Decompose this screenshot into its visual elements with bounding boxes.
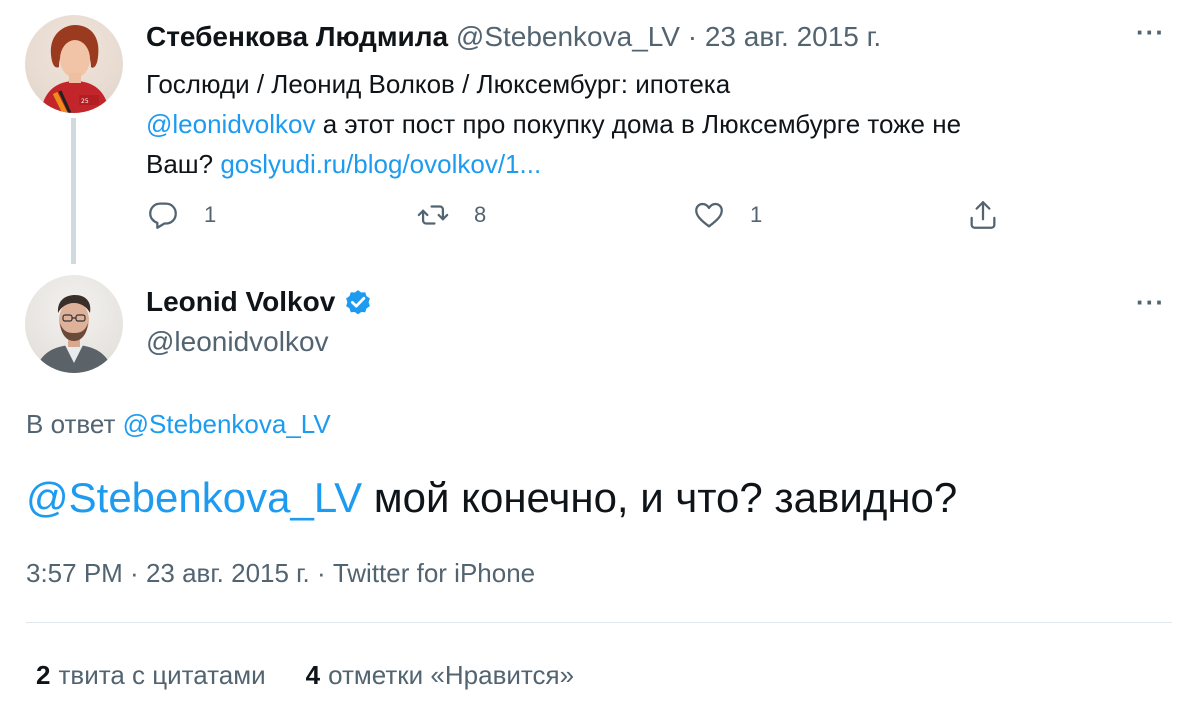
reply-prefix: В ответ <box>26 409 123 439</box>
tweet-text-line2: @leonidvolkov а этот пост про покупку до… <box>146 104 1146 144</box>
heart-icon <box>695 202 723 228</box>
thread-connector-line <box>71 118 76 264</box>
tweet-text-line3: Ваш? goslyudi.ru/blog/ovolkov/1... <box>146 144 1146 184</box>
share-button[interactable] <box>966 195 1000 235</box>
mention-link[interactable]: @leonidvolkov <box>146 109 315 139</box>
main-tweet-text: @Stebenkova_LV мой конечно, и что? завид… <box>26 470 957 526</box>
divider <box>26 622 1172 623</box>
like-button[interactable]: 1 <box>692 195 762 235</box>
avatar-stebenkova[interactable]: 25 <box>25 15 123 113</box>
tweet-actions: 1 8 1 <box>146 195 1026 235</box>
tweet-text: мой конечно, и что? завидно? <box>362 474 958 521</box>
tweet-text-fragment: Ваш? <box>146 149 221 179</box>
reply-button[interactable]: 1 <box>146 195 216 235</box>
retweet-button[interactable]: 8 <box>416 195 486 235</box>
parent-tweet-header: Стебенкова Людмила @Stebenkova_LV · 23 а… <box>146 20 881 54</box>
replying-to: В ответ @Stebenkova_LV <box>26 407 331 441</box>
tweet-time[interactable]: 3:57 PM <box>26 558 123 588</box>
avatar-leonid-volkov[interactable] <box>25 275 123 373</box>
svg-text:25: 25 <box>81 98 89 105</box>
main-tweet-author: Leonid Volkov <box>146 285 373 319</box>
parent-tweet-text: Гослюди / Леонид Волков / Люксембург: ип… <box>146 64 1146 184</box>
mention-link[interactable]: @Stebenkova_LV <box>26 474 362 521</box>
like-count: 1 <box>750 202 763 227</box>
reply-icon <box>149 202 177 229</box>
quote-tweets-stat[interactable]: 2 твита с цитатами <box>36 658 266 692</box>
tweet-stats: 2 твита с цитатами 4 отметки «Нравится» <box>36 658 574 692</box>
verified-badge-icon <box>346 290 371 315</box>
retweet-count: 8 <box>474 202 487 227</box>
tweet-source[interactable]: Twitter for iPhone <box>333 558 535 588</box>
tweet-text-line1: Гослюди / Леонид Волков / Люксембург: ип… <box>146 69 731 99</box>
author-handle[interactable]: @leonidvolkov <box>146 325 329 359</box>
tweet-meta: 3:57 PM · 23 авг. 2015 г. · Twitter for … <box>26 556 535 590</box>
retweet-icon <box>417 205 449 225</box>
header-separator: · <box>687 21 698 52</box>
reply-count: 1 <box>204 202 217 227</box>
author-handle[interactable]: @Stebenkova_LV <box>456 21 680 52</box>
author-name[interactable]: Стебенкова Людмила <box>146 21 448 52</box>
reply-to-mention[interactable]: @Stebenkova_LV <box>123 409 331 439</box>
url-link[interactable]: goslyudi.ru/blog/ovolkov/1... <box>220 149 541 179</box>
quote-count: 2 <box>36 660 51 690</box>
meta-separator: · <box>122 558 146 588</box>
likes-label: отметки «Нравится» <box>328 660 575 690</box>
quote-label: твита с цитатами <box>58 660 266 690</box>
parent-tweet[interactable]: 25 Стебенкова Людмила @Stebenkova_LV · 2… <box>0 0 1200 270</box>
tweet-date[interactable]: 23 авг. 2015 г. <box>705 21 881 52</box>
tweet-text-fragment: а этот пост про покупку дома в Люксембур… <box>315 109 962 139</box>
author-name[interactable]: Leonid Volkov <box>146 285 335 319</box>
more-options-button[interactable]: ··· <box>1136 289 1165 315</box>
share-icon <box>970 201 996 229</box>
likes-count: 4 <box>305 660 321 690</box>
meta-separator: · <box>309 558 333 588</box>
likes-stat[interactable]: 4 отметки «Нравится» <box>306 658 574 692</box>
more-options-button[interactable]: ··· <box>1136 19 1165 45</box>
tweet-date[interactable]: 23 авг. 2015 г. <box>146 558 310 588</box>
